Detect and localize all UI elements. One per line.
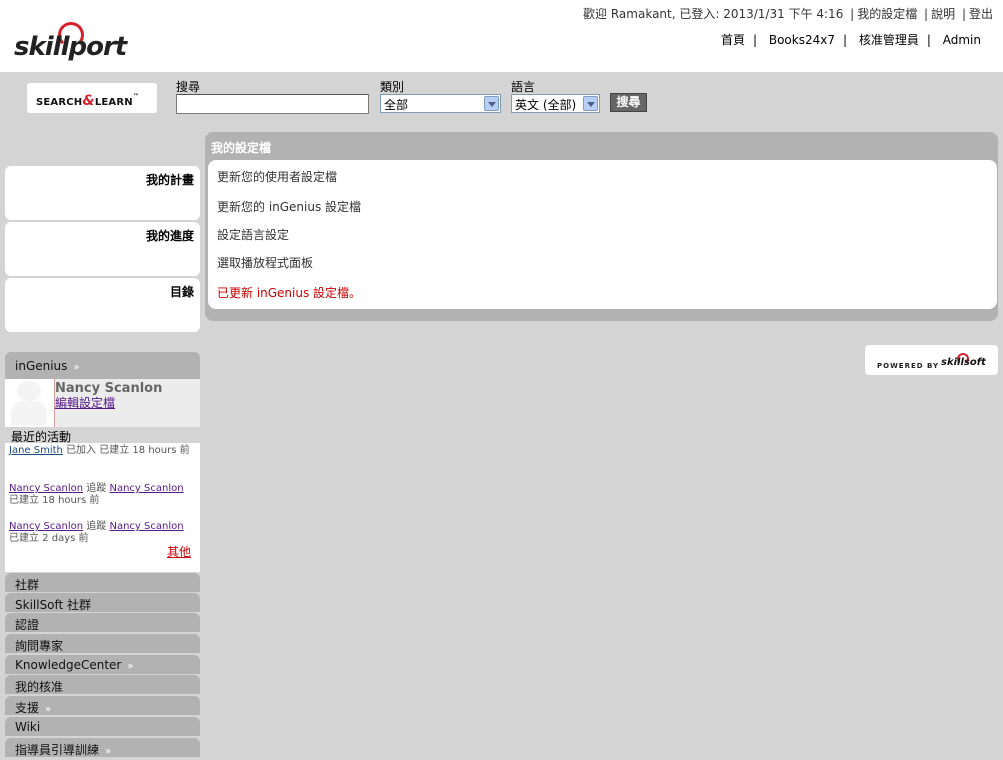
more-link[interactable]: 其他 [167,543,191,560]
profile-panel: 我的設定檔 更新您的使用者設定檔 更新您的 inGenius 設定檔 設定語言設… [205,132,998,321]
activity-user-link[interactable]: Jane Smith [9,445,63,456]
chevron-down-icon[interactable]: » [67,362,79,373]
welcome-user-line: Ramakant, 已登入: 2013/1/31 下午 4:16 [610,7,844,21]
nav-books24x7[interactable]: Books24x7 [761,33,843,47]
my-plan-title[interactable]: 我的計畫 [146,171,194,188]
chevron-down-icon[interactable] [484,96,499,111]
search-button[interactable]: 搜尋 [610,93,647,112]
powered-by-label: POWERED BY [877,362,940,370]
nav-admin[interactable]: Admin [935,33,989,47]
catalog-box[interactable]: 目錄 [5,278,200,332]
activity-user-link[interactable]: Nancy Scanlon [9,521,83,532]
language-select[interactable]: 英文 (全部) [511,94,600,113]
chevron-right-icon[interactable]: » [39,704,51,715]
catalog-title[interactable]: 目錄 [170,283,194,300]
language-value: 英文 (全部) [515,98,577,112]
sidebar-item-instructor-led[interactable]: 指導員引導訓練» [5,738,200,757]
chevron-right-icon[interactable]: » [121,661,133,672]
sidebar-item-my-approvals[interactable]: 我的核准 [5,675,200,694]
activity-target-link[interactable]: Nancy Scanlon [109,483,183,494]
my-progress-title[interactable]: 我的進度 [146,227,194,244]
page-title: 我的設定檔 [211,141,272,155]
recent-activity-header: 最近的活動 [5,427,200,444]
sidebar-item-knowledgecenter[interactable]: KnowledgeCenter» [5,655,200,674]
search-input[interactable] [176,94,369,114]
sidebar-item-wiki[interactable]: Wiki [5,717,200,736]
logout-link[interactable]: 登出 [969,7,993,21]
avatar-head-icon [17,381,41,401]
powered-by-skillsoft: POWERED BY skillsoft [865,345,998,375]
list-item: Jane Smith 已加入 已建立 18 hours 前 [9,445,190,456]
welcome-prefix: 歡迎 [583,7,608,21]
logo-text: skillport [14,32,127,62]
ingenius-title: inGenius [15,359,68,373]
activity-user-link[interactable]: Nancy Scanlon [9,483,83,494]
player-panel-link[interactable]: 選取播放程式面板 [217,254,313,271]
category-value: 全部 [384,98,409,112]
search-and-learn-logo: SEARCH&LEARN™ [27,83,157,113]
welcome-bar: 歡迎 Ramakant, 已登入: 2013/1/31 下午 4:16 | 我的設… [583,7,993,21]
nav-approval-manager[interactable]: 核准管理員 [851,33,927,47]
my-progress-box[interactable]: 我的進度 [5,222,200,276]
sidebar-item-certification[interactable]: 認證 [5,613,200,632]
ingenius-user-card: Nancy Scanlon 編輯設定檔 [5,379,200,427]
search-label: 搜尋 [176,80,201,94]
update-user-profile-link[interactable]: 更新您的使用者設定檔 [217,168,337,185]
skillsoft-brand: skillsoft [941,357,986,368]
activity-target-link[interactable]: Nancy Scanlon [109,521,183,532]
sidebar-item-support[interactable]: 支援» [5,696,200,715]
my-plan-box[interactable]: 我的計畫 [5,166,200,220]
chevron-right-icon[interactable]: » [99,746,111,757]
sidebar-item-community[interactable]: 社群 [5,573,200,592]
chevron-down-icon[interactable] [583,96,598,111]
avatar [5,379,55,427]
top-nav: 首頁 | Books24x7 | 核准管理員 | Admin [713,31,989,48]
update-ingenius-profile-link[interactable]: 更新您的 inGenius 設定檔 [217,198,361,215]
list-item: Nancy Scanlon 追蹤 Nancy Scanlon 已建立 18 ho… [9,483,184,506]
avatar-body-icon [11,401,47,425]
language-settings-link[interactable]: 設定語言設定 [217,226,289,243]
status-message: 已更新 inGenius 設定檔。 [217,286,362,300]
recent-activity-list: Jane Smith 已加入 已建立 18 hours 前 Nancy Scan… [5,443,200,572]
profile-panel-body: 更新您的使用者設定檔 更新您的 inGenius 設定檔 設定語言設定 選取播放… [208,160,997,309]
list-item: Nancy Scanlon 追蹤 Nancy Scanlon 已建立 2 day… [9,521,184,544]
sidebar-item-ask-expert[interactable]: 詢問專家 [5,634,200,653]
nav-home[interactable]: 首頁 [713,33,753,47]
sidebar-item-skillsoft-community[interactable]: SkillSoft 社群 [5,593,200,612]
language-label: 語言 [511,80,536,94]
skillport-logo[interactable]: skillport [14,22,127,66]
category-label: 類別 [380,80,405,94]
top-header: 歡迎 Ramakant, 已登入: 2013/1/31 下午 4:16 | 我的設… [0,0,1003,72]
edit-profile-link[interactable]: 編輯設定檔 [55,394,115,411]
my-profile-link[interactable]: 我的設定檔 [857,7,917,21]
category-select[interactable]: 全部 [380,94,501,113]
ingenius-header[interactable]: inGenius» [5,352,200,379]
help-link[interactable]: 說明 [931,7,955,21]
